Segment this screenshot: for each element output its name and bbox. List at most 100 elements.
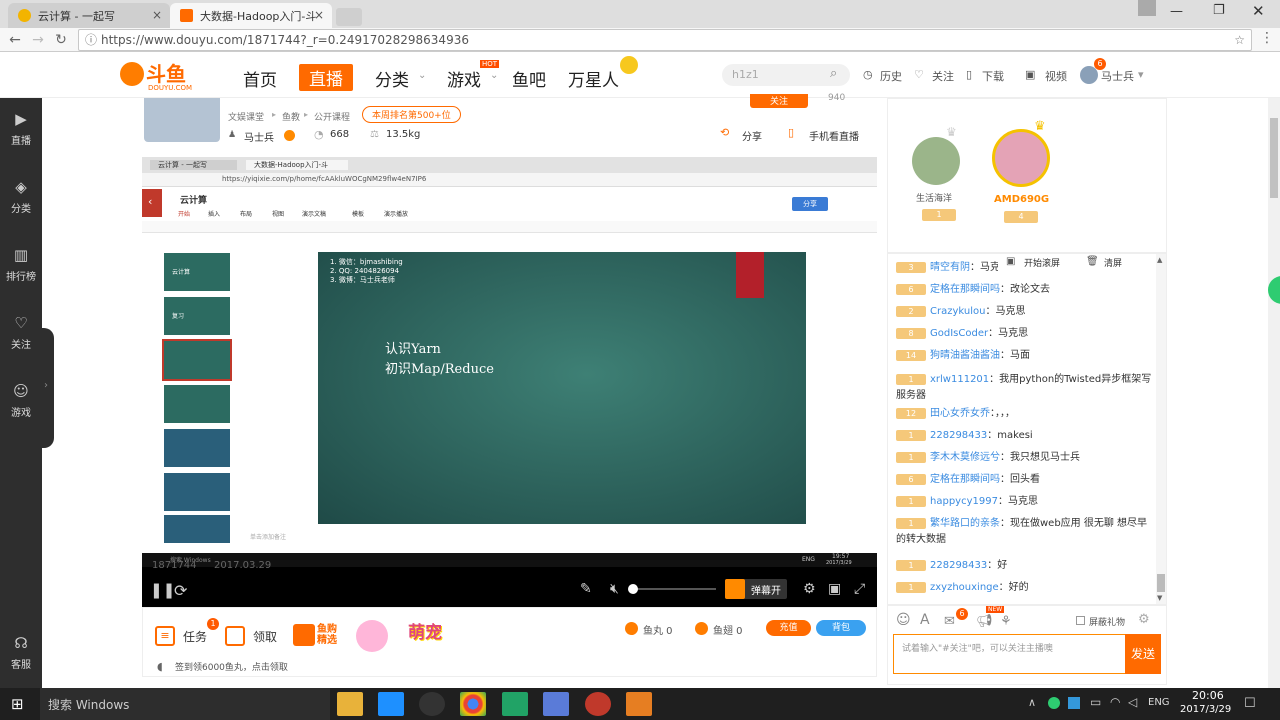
send-button[interactable]: 发送 <box>1125 634 1161 674</box>
url-input[interactable]: ⓘ https://www.douyu.com/1871744?_r=0.249… <box>78 29 1252 51</box>
widescreen-icon[interactable]: ▣ <box>828 581 841 597</box>
douyu-logo[interactable]: 斗鱼 DOUYU.COM <box>120 56 196 94</box>
page-scrollbar[interactable] <box>1268 98 1280 688</box>
history-link[interactable]: 历史 <box>880 68 902 84</box>
volume-handle[interactable] <box>628 584 638 594</box>
network-icon[interactable]: ▭ <box>1090 695 1101 709</box>
nav-home[interactable]: 首页 <box>243 66 277 91</box>
chat-username[interactable]: 定格在那瞬间吗 <box>930 474 1000 485</box>
qq-icon[interactable] <box>419 692 445 716</box>
barrage-toggle[interactable]: 弹幕开 <box>725 579 787 599</box>
fans-icon[interactable]: ⚘ <box>1000 614 1012 629</box>
recharge-button[interactable]: 充值 <box>766 620 811 636</box>
back-icon[interactable]: ← <box>5 30 25 50</box>
forward-icon[interactable]: → <box>28 30 48 50</box>
promo-mascot-icon[interactable] <box>356 620 388 652</box>
mail-icon[interactable]: ✉ <box>944 614 955 629</box>
promo-pet[interactable]: 萌宠 <box>408 618 442 643</box>
chat-username[interactable]: 定格在那瞬间吗 <box>930 284 1000 295</box>
file-explorer-icon[interactable] <box>337 692 363 716</box>
backpack-button[interactable]: 背包 <box>816 620 866 636</box>
clock-time[interactable]: 20:06 <box>1192 689 1224 702</box>
settings-icon[interactable]: ⚙ <box>803 581 816 597</box>
promo-shop[interactable]: 鱼购精选 <box>317 624 343 646</box>
page-scrollbar-thumb[interactable] <box>1270 118 1278 198</box>
app-icon[interactable] <box>585 692 611 716</box>
tray-app-icon[interactable] <box>1068 697 1080 709</box>
rank-avatar[interactable] <box>912 137 960 185</box>
close-icon[interactable]: × <box>314 8 324 22</box>
window-close-icon[interactable]: ✕ <box>1252 2 1265 20</box>
chat-username[interactable]: zxyzhouxinge <box>930 582 999 593</box>
block-gift-checkbox[interactable] <box>1076 616 1085 625</box>
rank-name[interactable]: AMD690G <box>994 194 1049 205</box>
nav-wanxingren[interactable]: 万星人 <box>568 66 619 91</box>
share-button[interactable]: 分享 <box>742 128 762 143</box>
scroll-lock-button[interactable]: 开始滚屏 <box>1024 256 1060 269</box>
app-icon[interactable] <box>378 692 404 716</box>
video-player[interactable]: 云计算 - 一起写 大数据-Hadoop入门-斗 https://yiqixie… <box>142 157 877 607</box>
volume-icon[interactable]: ◁ <box>1128 695 1137 709</box>
chat-username[interactable]: 田心女乔女乔 <box>930 408 990 419</box>
close-icon[interactable]: × <box>152 8 162 22</box>
chat-settings-icon[interactable]: ⚙ <box>1138 612 1150 627</box>
chat-username[interactable]: 228298433 <box>930 560 987 571</box>
profile-icon[interactable] <box>1138 0 1156 16</box>
sidebar-item-live[interactable]: ▶ 直播 <box>0 110 42 147</box>
chat-scrollbar[interactable]: ▲ ▼ <box>1156 254 1166 604</box>
chat-username[interactable]: GodIsCoder <box>930 328 988 339</box>
browser-tab-active[interactable]: 大数据-Hadoop入门-斗 × <box>170 3 332 28</box>
breadcrumb-item[interactable]: 文娱课堂 <box>228 110 264 123</box>
emoji-icon[interactable]: ☺ <box>896 612 911 628</box>
anchor-name[interactable]: 马士兵 <box>244 129 274 144</box>
taskbar-search[interactable]: 搜索 Windows <box>40 688 330 720</box>
wifi-icon[interactable]: ◠ <box>1110 695 1120 709</box>
search-icon[interactable]: ⌕ <box>830 66 837 81</box>
chat-username[interactable]: 228298433 <box>930 430 987 441</box>
follow-link[interactable]: 关注 <box>932 68 954 84</box>
sidebar-item-ranking[interactable]: ▥ 排行榜 <box>0 246 42 283</box>
clock-date[interactable]: 2017/3/29 <box>1180 704 1231 715</box>
chat-username[interactable]: 狗晴油酱油酱油 <box>930 350 1000 361</box>
chat-text-input[interactable]: 试着输入"#关注"吧，可以关注主播噢 <box>893 634 1125 674</box>
mute-icon[interactable]: 🔇︎ <box>610 581 619 597</box>
chat-username[interactable]: Crazykulou <box>930 306 985 317</box>
nav-fishbar[interactable]: 鱼吧 <box>512 66 546 91</box>
video-link[interactable]: 视频 <box>1045 68 1067 84</box>
virtualbox-icon[interactable] <box>543 692 569 716</box>
nav-category[interactable]: 分类 <box>375 66 409 91</box>
chrome-icon[interactable] <box>460 692 486 716</box>
chat-username[interactable]: xrlw111201 <box>930 374 989 385</box>
follow-button[interactable]: 关注 <box>750 94 808 108</box>
sidebar-item-support[interactable]: ☊ 客服 <box>0 634 42 671</box>
windows-start-icon[interactable]: ⊞ <box>11 695 24 713</box>
edit-icon[interactable]: ✎ <box>580 581 592 597</box>
sublime-icon[interactable] <box>626 692 652 716</box>
mobile-watch-button[interactable]: 手机看直播 <box>809 128 859 143</box>
breadcrumb-item[interactable]: 鱼教 <box>282 110 300 123</box>
nav-games[interactable]: 游戏 <box>447 66 481 91</box>
text-style-icon[interactable]: A <box>920 612 930 628</box>
sidebar-item-games[interactable]: ☺ 游戏 <box>0 382 42 419</box>
sidebar-item-category[interactable]: ◈ 分类 <box>0 178 42 215</box>
pause-icon[interactable]: ❚❚ <box>150 581 175 599</box>
sidebar-expand-handle[interactable]: › <box>42 328 54 448</box>
refresh-icon[interactable]: ⟳ <box>174 581 187 600</box>
anchor-avatar[interactable] <box>144 98 220 142</box>
search-input[interactable]: h1z1 ⌕ <box>722 64 850 86</box>
sidebar-item-follow[interactable]: ♡ 关注 <box>0 314 42 351</box>
horn-icon[interactable]: 📢︎ <box>976 614 993 629</box>
task-button[interactable]: 任务 <box>183 628 207 645</box>
rank-name[interactable]: 生活海洋 <box>916 191 952 204</box>
chat-username[interactable]: happycy1997 <box>930 496 998 507</box>
minimize-icon[interactable]: — <box>1170 4 1183 19</box>
tray-app-icon[interactable] <box>1048 697 1060 709</box>
download-link[interactable]: 下载 <box>982 68 1004 84</box>
scrollbar-thumb[interactable] <box>1157 574 1165 592</box>
chat-username[interactable]: 繁华路口的亲条 <box>930 518 1000 529</box>
rank-badge[interactable]: 本周排名第500+位 <box>362 106 461 123</box>
signin-link[interactable]: 签到领6000鱼丸，点击领取 <box>175 660 288 673</box>
maximize-icon[interactable]: ❐ <box>1213 3 1225 18</box>
volume-slider[interactable] <box>628 584 716 594</box>
username[interactable]: 马士兵 <box>1101 68 1134 84</box>
